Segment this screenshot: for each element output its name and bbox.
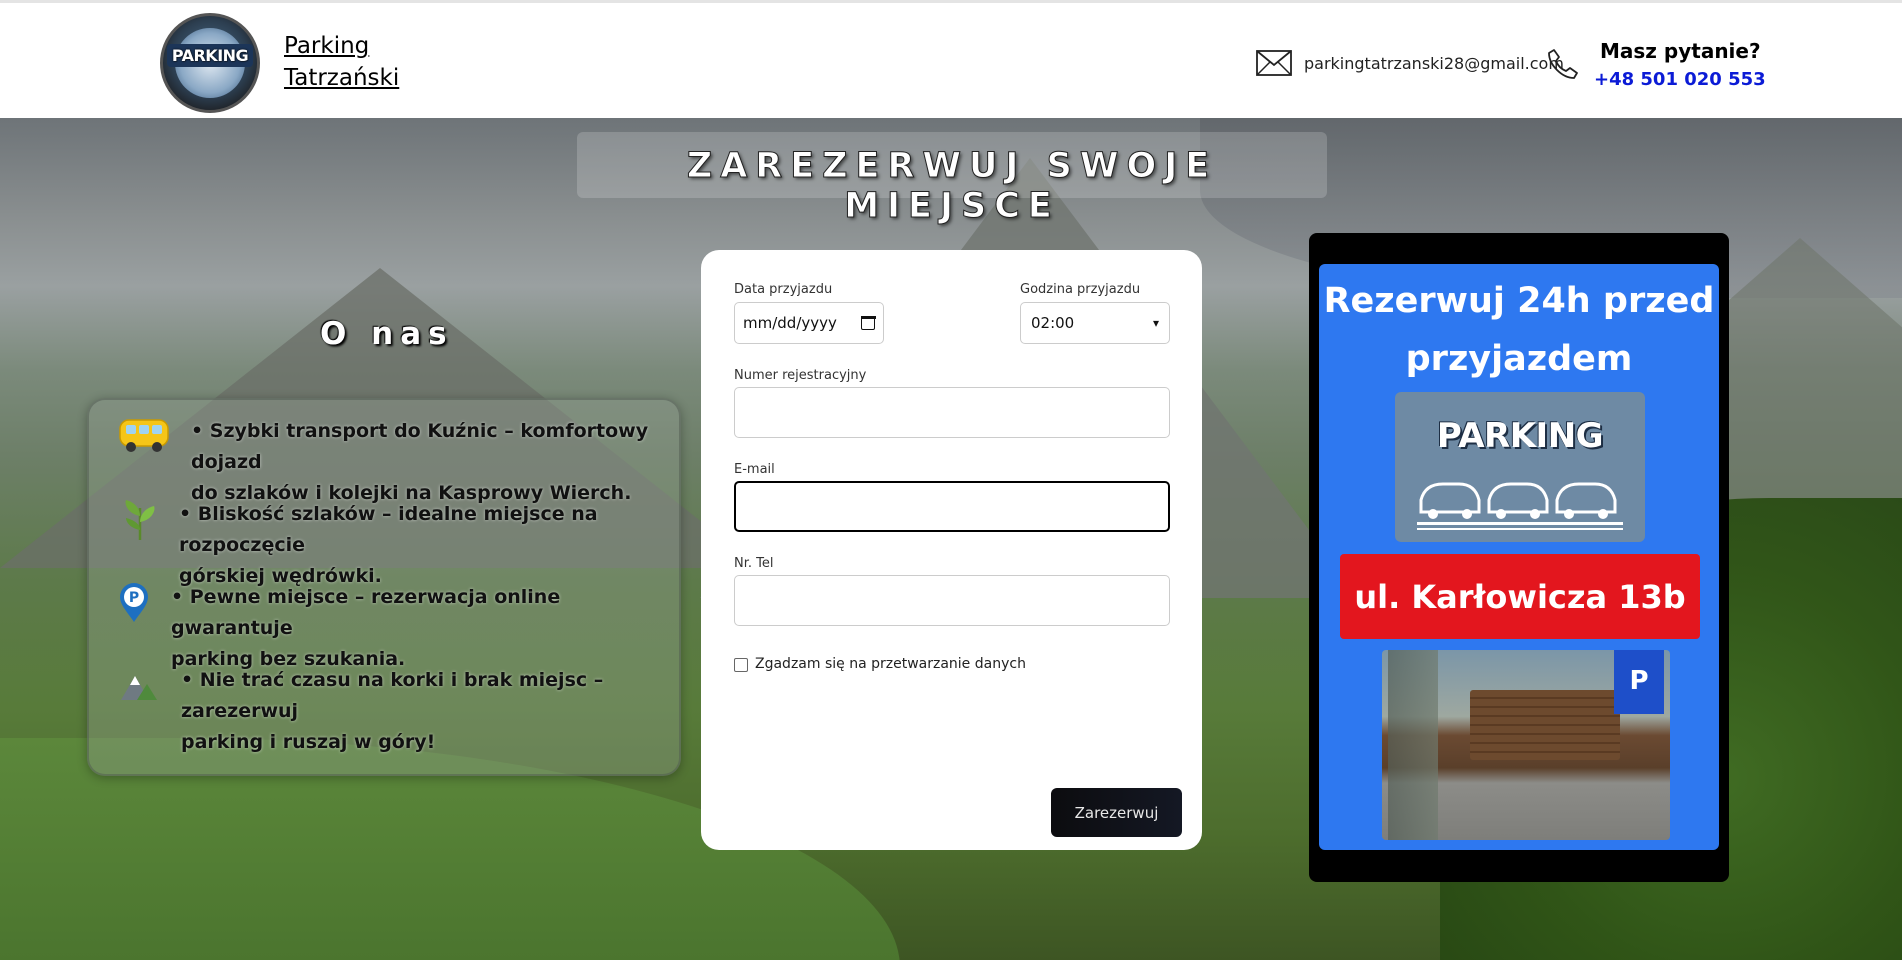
consent-checkbox[interactable] xyxy=(734,658,748,672)
promo-card: Rezerwuj 24h przed przyjazdem PARKING ul… xyxy=(1319,264,1719,850)
chevron-down-icon: ▾ xyxy=(1152,316,1159,330)
parking-sign: P xyxy=(1614,650,1664,714)
site-header: PARKING Parking Tatrzański parkingtatrza… xyxy=(0,0,1902,118)
phone-label: Nr. Tel xyxy=(734,556,774,571)
hero-section: ZAREZERWUJ SWOJE MIEJSCE O nas • Szybki … xyxy=(0,118,1902,960)
promo-title: Rezerwuj 24h przed przyjazdem xyxy=(1323,281,1715,379)
about-item-trails: • Bliskość szlaków – idealne miejsce na … xyxy=(179,503,598,587)
reserve-button[interactable]: Zarezerwuj xyxy=(1051,788,1182,837)
parking-logo[interactable]: PARKING xyxy=(160,13,260,113)
bus-icon xyxy=(119,419,169,452)
about-panel: • Szybki transport do Kuźnic – komfortow… xyxy=(87,398,681,776)
parking-photo: P xyxy=(1382,650,1670,840)
brand-line-1: Parking xyxy=(284,33,370,59)
about-item-reservation: • Pewne miejsce – rezerwacja online gwar… xyxy=(171,586,561,670)
mail-icon xyxy=(1256,50,1292,76)
phone-link[interactable]: +48 501 020 553 xyxy=(1594,69,1766,90)
question-label: Masz pytanie? xyxy=(1600,39,1761,63)
email-label: E-mail xyxy=(734,462,775,477)
brand-line-2: Tatrzański xyxy=(284,65,400,91)
promo-panel: Rezerwuj 24h przed przyjazdem PARKING ul… xyxy=(1309,233,1729,882)
logo-text: PARKING xyxy=(167,44,253,67)
about-title: O nas xyxy=(320,316,454,352)
parking-pin-icon: P xyxy=(120,583,148,622)
phone-input[interactable] xyxy=(734,575,1170,626)
promo-logo-text: PARKING xyxy=(1436,416,1604,456)
parking-promo-logo: PARKING xyxy=(1395,392,1645,542)
email-input[interactable] xyxy=(734,481,1170,532)
cars-icon xyxy=(1417,482,1623,530)
calendar-icon[interactable] xyxy=(860,315,876,330)
about-item-no-traffic: • Nie trać czasu na korki i brak miejsc … xyxy=(181,669,604,753)
reservation-form: Data przyjazdu mm/dd/yyyy Godzina przyja… xyxy=(701,250,1202,850)
phone-icon xyxy=(1548,49,1578,79)
date-value: mm/dd/yyyy xyxy=(743,314,837,332)
hero-title: ZAREZERWUJ SWOJE MIEJSCE xyxy=(686,146,1218,227)
leaf-icon xyxy=(125,500,155,541)
brand-link[interactable]: Parking Tatrzański xyxy=(284,30,399,94)
date-input[interactable]: mm/dd/yyyy xyxy=(734,302,884,344)
time-value: 02:00 xyxy=(1031,314,1075,332)
plate-label: Numer rejestracyjny xyxy=(734,368,867,383)
email-link[interactable]: parkingtatrzanski28@gmail.com xyxy=(1304,54,1564,73)
photo-trees xyxy=(1388,650,1438,840)
plate-input[interactable] xyxy=(734,387,1170,438)
time-select[interactable]: 02:00 ▾ xyxy=(1020,302,1170,344)
time-label: Godzina przyjazdu xyxy=(1020,282,1141,297)
consent-label[interactable]: Zgadzam się na przetwarzanie danych xyxy=(755,656,1026,672)
photo-house xyxy=(1470,690,1620,760)
svg-text:P: P xyxy=(129,590,139,606)
date-label: Data przyjazdu xyxy=(734,282,833,297)
mountain-icon xyxy=(121,676,157,700)
promo-address: ul. Karłowicza 13b xyxy=(1340,554,1700,639)
about-item-transport: • Szybki transport do Kuźnic – komfortow… xyxy=(191,420,649,504)
